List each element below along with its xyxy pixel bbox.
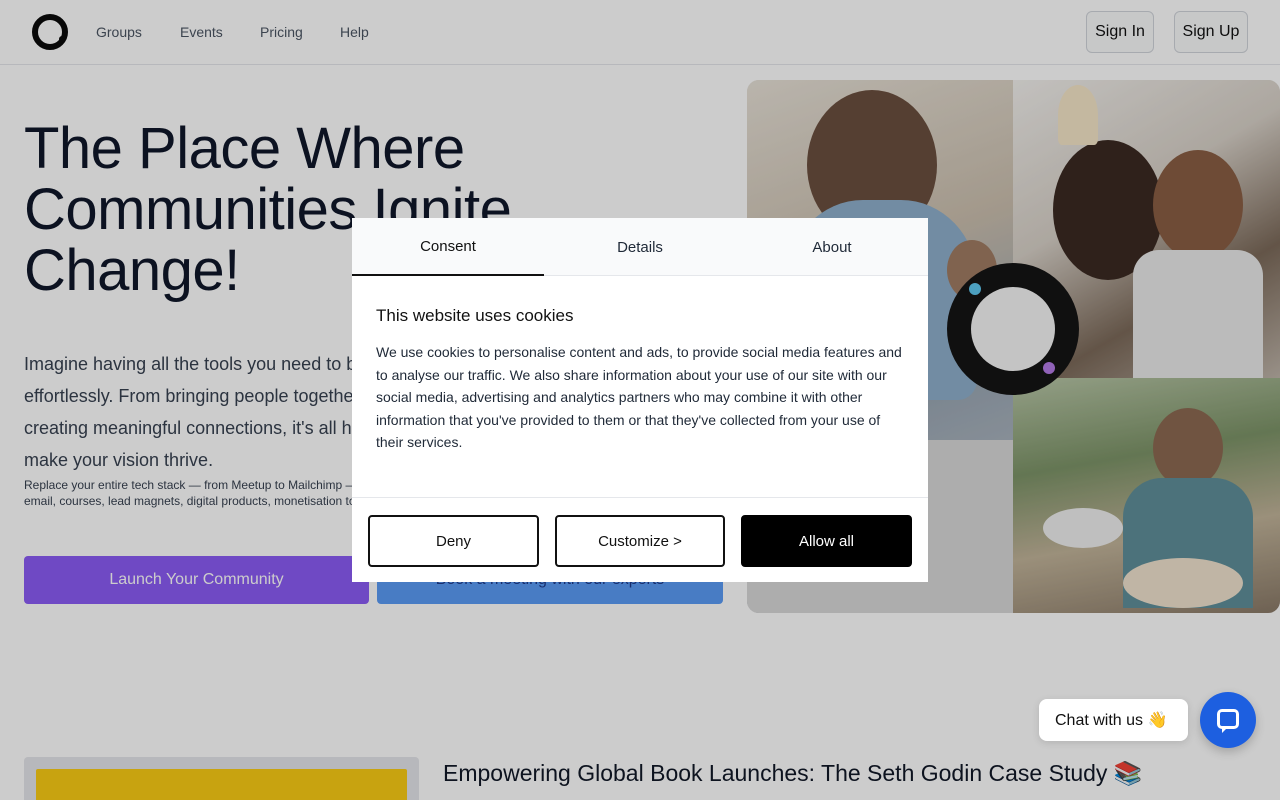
chat-launcher-button[interactable] — [1200, 692, 1256, 748]
allow-all-button[interactable]: Allow all — [741, 515, 912, 567]
cookie-dialog-footer: Deny Customize > Allow all — [352, 497, 928, 582]
cookie-dialog-title: This website uses cookies — [376, 306, 574, 325]
deny-button[interactable]: Deny — [368, 515, 539, 567]
tab-consent[interactable]: Consent — [352, 218, 544, 276]
cookie-consent-dialog: Consent Details About This website uses … — [352, 218, 928, 582]
tab-about[interactable]: About — [736, 218, 928, 276]
cookie-tabs: Consent Details About — [352, 218, 928, 276]
customize-button[interactable]: Customize > — [555, 515, 725, 567]
chat-prompt-bubble[interactable]: Chat with us 👋 — [1039, 699, 1188, 741]
cookie-dialog-text: We use cookies to personalise content an… — [376, 344, 902, 450]
tab-details[interactable]: Details — [544, 218, 736, 276]
chat-bubble-icon — [1217, 709, 1239, 733]
